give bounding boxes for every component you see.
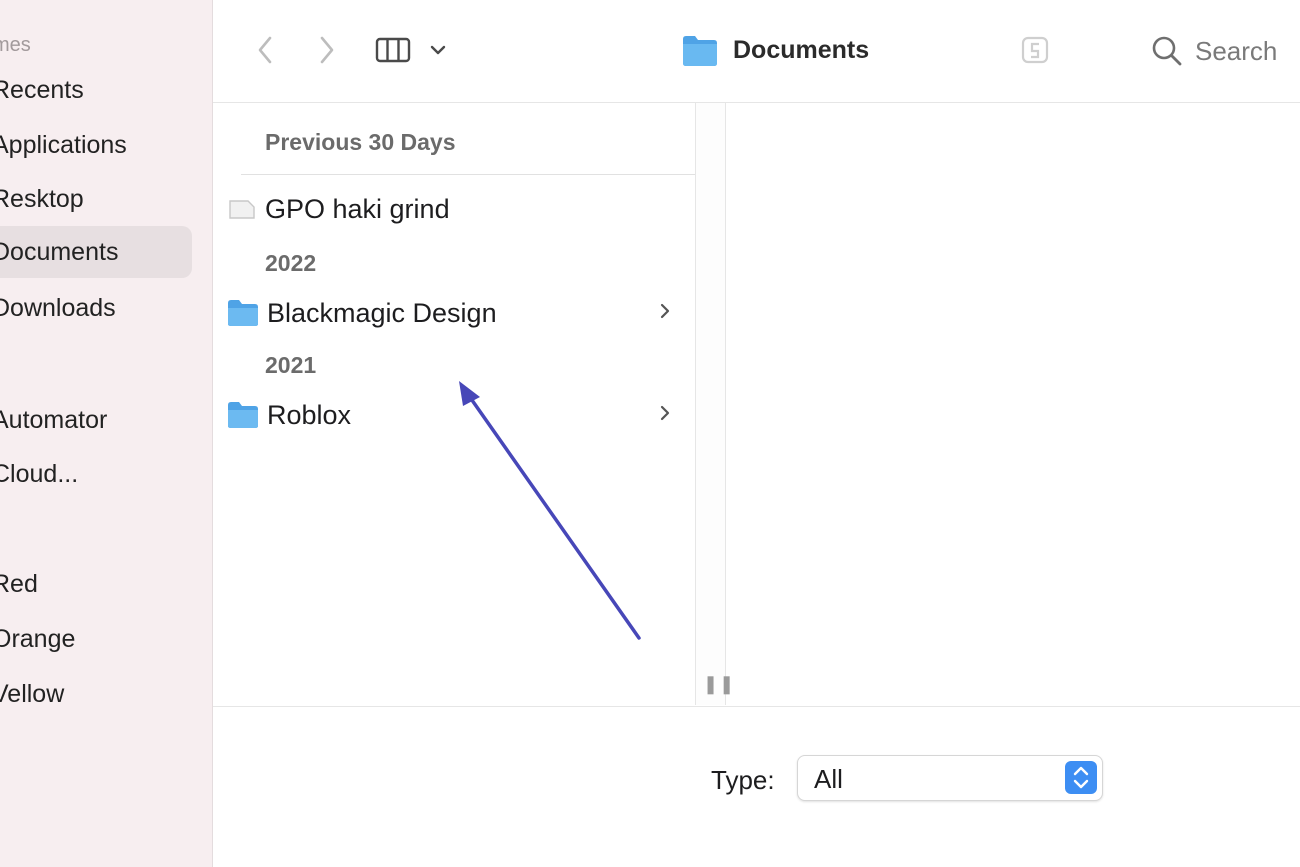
sidebar-item-label: Documents — [0, 238, 119, 266]
folder-icon — [228, 402, 258, 428]
folder-row-blackmagic-design[interactable]: Blackmagic Design — [227, 293, 695, 333]
forward-button[interactable] — [311, 30, 343, 70]
sidebar-item-documents[interactable]: Documents — [0, 226, 192, 278]
search-placeholder: Search — [1195, 35, 1278, 66]
chevron-down-icon — [430, 45, 446, 55]
sidebar-item-label: Resktop — [0, 185, 84, 213]
file-row-gpo-haki-grind[interactable]: GPO haki grind — [227, 189, 695, 229]
sidebar-tag-orange[interactable]: Orange — [0, 613, 192, 665]
sidebar-tag-red[interactable]: Red — [0, 558, 192, 610]
section-header: Previous 30 Days — [265, 129, 456, 155]
type-label: Type: — [711, 765, 775, 795]
sidebar-item-desktop[interactable]: Resktop — [0, 173, 192, 225]
sidebar-item-downloads[interactable]: Downloads — [0, 282, 192, 334]
filter-bar: Type: All — [213, 706, 1300, 867]
view-mode-button[interactable] — [373, 32, 449, 68]
type-select[interactable]: All — [797, 755, 1103, 801]
window-title: Documents — [681, 28, 869, 72]
browser-column: Previous 30 Days GPO haki grind 2022 Bla… — [213, 103, 696, 705]
type-select-value: All — [814, 764, 843, 794]
folder-icon — [228, 300, 258, 326]
sidebar-item-label: Cloud... — [0, 460, 79, 488]
sidebar-item-label: Recents — [0, 76, 84, 104]
chevron-right-icon — [660, 405, 670, 421]
sidebar-item-label: Vellow — [0, 680, 65, 708]
section-header: 2021 — [265, 352, 317, 378]
chevron-left-icon — [258, 36, 272, 64]
folder-icon — [683, 36, 717, 66]
back-button[interactable] — [249, 30, 281, 70]
search-icon — [1152, 36, 1182, 66]
chevron-right-icon — [660, 303, 670, 319]
folder-row-roblox[interactable]: Roblox — [227, 395, 695, 435]
section-divider — [241, 174, 695, 175]
sidebar-tag-yellow[interactable]: Vellow — [0, 668, 192, 720]
sidebar-item-icloud[interactable]: Cloud... — [0, 448, 192, 500]
share-icon — [1021, 36, 1049, 64]
sidebar-item-automator[interactable]: Automator — [0, 394, 192, 446]
sidebar: mes Recents Applications Resktop Documen… — [0, 0, 213, 867]
share-button[interactable] — [1017, 32, 1053, 68]
search-field[interactable]: Search — [1151, 30, 1277, 72]
section-header: 2022 — [265, 250, 317, 276]
sidebar-item-recents[interactable]: Recents — [0, 64, 192, 116]
toolbar: Documents Search — [213, 0, 1300, 103]
sidebar-section-header: mes — [0, 34, 31, 56]
document-icon — [229, 200, 255, 219]
folder-name: Roblox — [267, 399, 352, 430]
sidebar-item-label: Red — [0, 570, 38, 598]
sidebar-item-label: Applications — [0, 131, 127, 159]
sidebar-item-applications[interactable]: Applications — [0, 119, 192, 171]
sidebar-item-label: Orange — [0, 625, 76, 653]
select-stepper-icon — [1065, 761, 1097, 794]
sidebar-item-label: Downloads — [0, 294, 116, 322]
folder-name: Blackmagic Design — [267, 297, 497, 328]
column-view-icon — [375, 37, 411, 63]
chevron-right-icon — [320, 36, 334, 64]
column-resize-handle[interactable]: ❚❚ — [696, 103, 734, 705]
file-name: GPO haki grind — [265, 193, 450, 224]
sidebar-item-label: Automator — [0, 406, 108, 434]
preview-column — [726, 103, 1300, 705]
window-title-text: Documents — [733, 35, 870, 64]
